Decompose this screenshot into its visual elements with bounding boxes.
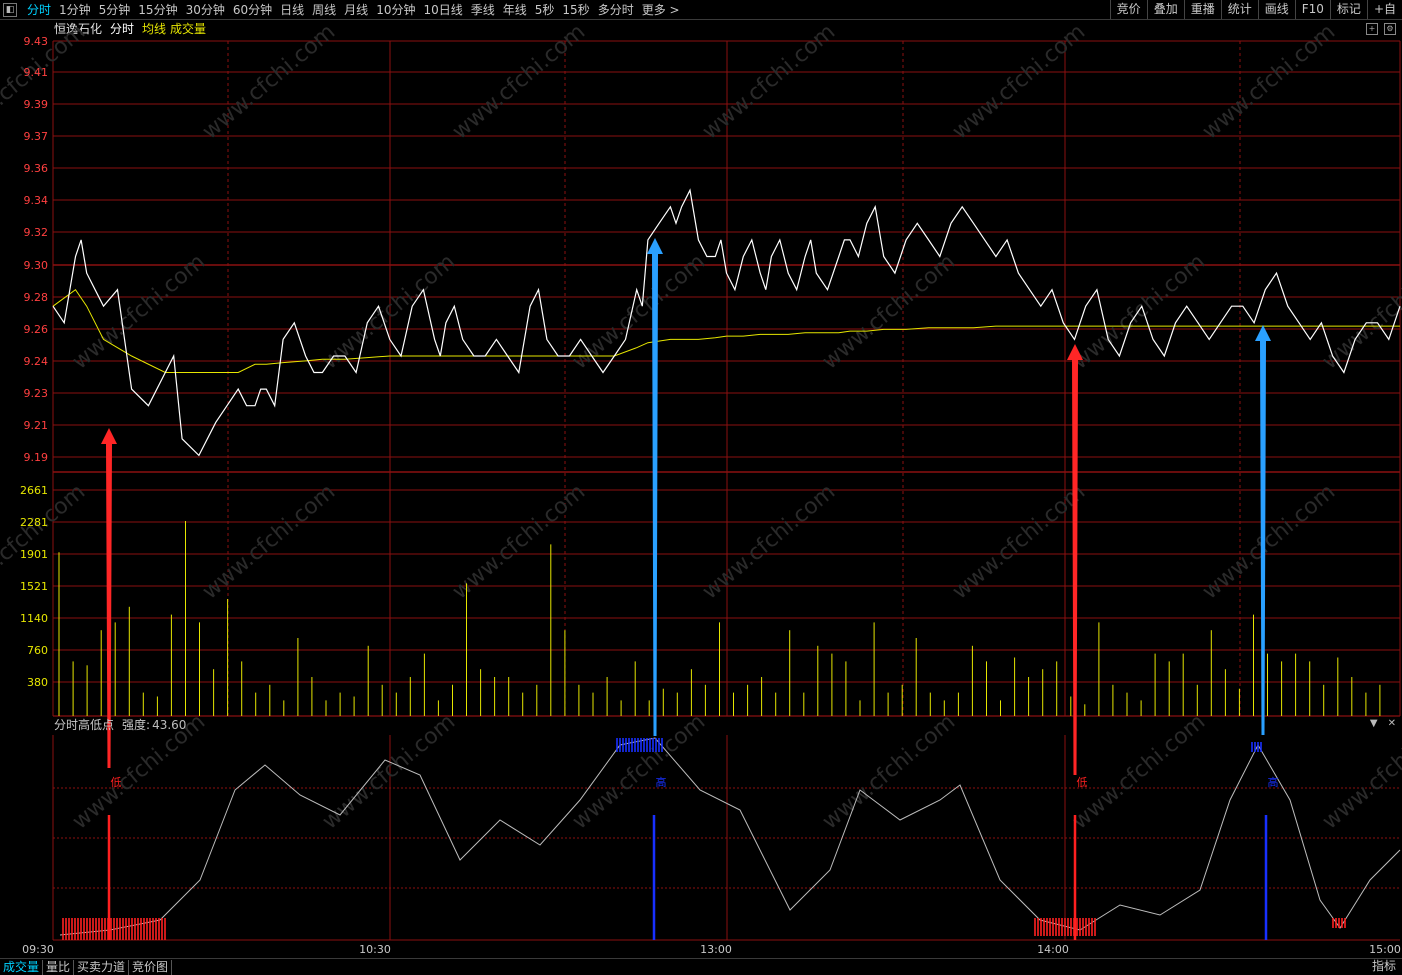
price-tick-label: 9.23 <box>24 387 49 400</box>
volume-tick-label: 1140 <box>20 612 48 625</box>
price-tick-label: 9.37 <box>24 130 49 143</box>
watermark-layer: www.cfchi.com www.cfchi.com www.cfchi.com w… <box>0 19 1402 834</box>
price-tick-label: 9.36 <box>24 162 49 175</box>
volume-tick-label: 2281 <box>20 516 48 529</box>
strength-label: 强度: <box>122 718 151 732</box>
watermark-text: www.cfchi.com <box>698 19 840 144</box>
price-tick-label: 9.34 <box>24 194 49 207</box>
chart-grid <box>52 40 1401 941</box>
bottom-tab[interactable]: 成交量 <box>0 959 44 975</box>
watermark-text: www.cfchi.com <box>948 19 1090 144</box>
time-tick-label: 14:00 <box>1037 943 1069 956</box>
price-tick-label: 9.19 <box>24 451 49 464</box>
watermark-text: www.cfchi.com <box>818 249 960 374</box>
time-tick-label: 15:00 <box>1369 943 1401 956</box>
watermark-text: www.cfchi.com <box>568 709 710 834</box>
bottom-tab[interactable]: 量比 <box>43 959 75 975</box>
price-tick-label: 9.32 <box>24 226 49 239</box>
watermark-text: www.cfchi.com <box>1198 19 1340 144</box>
watermark-text: www.cfchi.com <box>1068 249 1210 374</box>
close-icon[interactable]: ✕ <box>1388 718 1396 729</box>
bottom-tab[interactable]: 买卖力道 <box>74 959 130 975</box>
bottom-tab-bar: 成交量 量比 买卖力道 竞价图 指标 <box>0 958 1402 975</box>
watermark-text: www.cfchi.com <box>818 709 960 834</box>
bottom-tab[interactable]: 竞价图 <box>129 959 173 975</box>
volume-tick-label: 1521 <box>20 580 48 593</box>
price-tick-label: 9.30 <box>24 259 49 272</box>
bottom-tabs: 成交量 量比 买卖力道 竞价图 <box>0 959 173 975</box>
price-tick-label: 9.39 <box>24 98 49 111</box>
time-axis: 09:30 10:30 13:00 14:00 15:00 <box>22 943 1401 956</box>
indicator-name: 分时高低点 <box>54 718 115 732</box>
volume-tick-label: 2661 <box>20 484 48 497</box>
price-tick-label: 9.43 <box>24 35 49 48</box>
time-tick-label: 09:30 <box>22 943 54 956</box>
up-arrow-red <box>101 428 117 768</box>
up-arrow-red <box>1067 344 1083 775</box>
indicator-controls: ▼ ✕ <box>1370 718 1396 729</box>
price-tick-label: 9.26 <box>24 323 49 336</box>
watermark-text: www.cfchi.com <box>1068 709 1210 834</box>
indicator-menu[interactable]: 指标 <box>1372 959 1396 974</box>
watermark-text: www.cfchi.com <box>1318 249 1402 374</box>
price-tick-label: 9.28 <box>24 291 49 304</box>
strength-value: 43.60 <box>152 718 187 732</box>
volume-tick-label: 760 <box>27 644 48 657</box>
intraday-chart[interactable]: www.cfchi.com www.cfchi.com www.cfchi.com w… <box>0 0 1402 974</box>
time-tick-label: 10:30 <box>359 943 391 956</box>
price-tick-label: 9.41 <box>24 66 49 79</box>
price-tick-label: 9.21 <box>24 419 49 432</box>
watermark-text: www.cfchi.com <box>198 19 340 144</box>
oscillator-line <box>59 737 1401 936</box>
volume-tick-label: 1901 <box>20 548 48 561</box>
signal-label: 高 <box>656 775 667 789</box>
price-tick-label: 9.24 <box>24 355 49 368</box>
price-axis: 9.43 9.41 9.39 9.37 9.36 9.34 9.32 9.30 9.28 9.26… <box>24 35 49 464</box>
time-tick-label: 13:00 <box>700 943 732 956</box>
watermark-text: www.cfchi.com <box>448 19 590 144</box>
signal-label: 高 <box>1268 775 1279 789</box>
signal-label: 低 <box>1077 776 1088 789</box>
signal-label: 低 <box>111 776 122 789</box>
oscillator-panel <box>59 737 1401 940</box>
indicator-title: 分时高低点 强度: 43.60 <box>54 718 186 732</box>
dropdown-icon[interactable]: ▼ <box>1370 718 1378 729</box>
volume-tick-label: 380 <box>27 676 48 689</box>
